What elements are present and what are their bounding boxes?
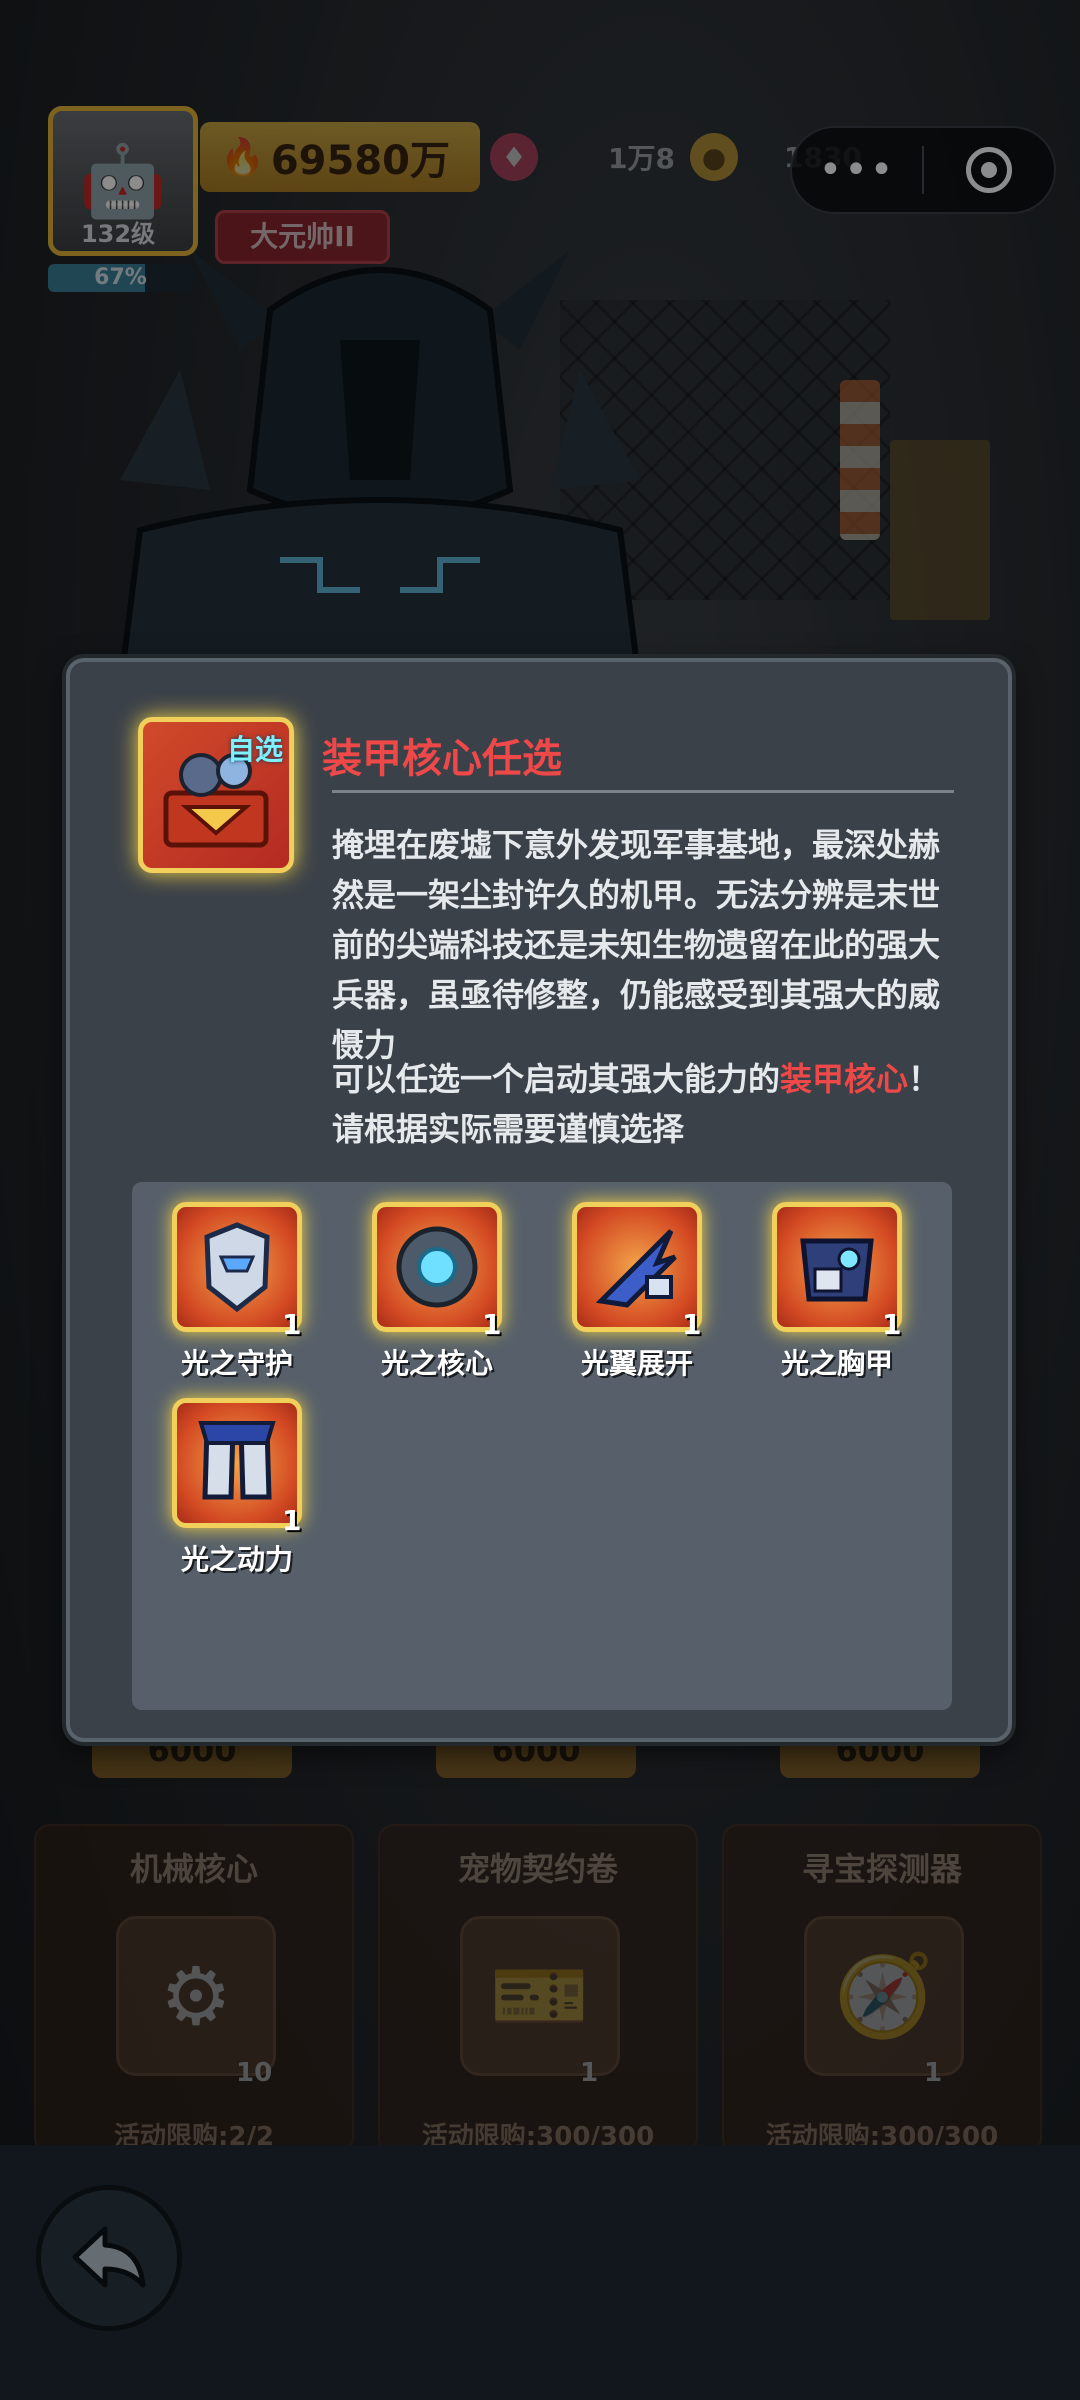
light-wing-icon bbox=[595, 1229, 677, 1308]
reward-item[interactable]: 1 光之核心 bbox=[332, 1182, 532, 1382]
reward-item-name: 光翼展开 bbox=[580, 1347, 693, 1380]
note-highlight: 装甲核心 bbox=[780, 1060, 909, 1098]
dialog-note: 可以任选一个启动其强大能力的装甲核心！请根据实际需要谨慎选择 bbox=[332, 1054, 942, 1154]
armor-core-select-dialog: 自选 装甲核心任选 掩埋在废墟下意外发现军事基地，最深处赫然是一架尘封许久的机甲… bbox=[66, 658, 1012, 1742]
reward-item-name: 光之核心 bbox=[380, 1347, 493, 1380]
dialog-title: 装甲核心任选 bbox=[322, 736, 562, 782]
note-prefix: 可以任选一个启动其强大能力的 bbox=[332, 1060, 781, 1098]
reward-item-qty: 1 bbox=[282, 1308, 302, 1341]
reward-item-qty: 1 bbox=[282, 1504, 302, 1537]
reward-item[interactable]: 1 光之守护 bbox=[132, 1182, 332, 1382]
title-divider bbox=[332, 790, 954, 793]
mech-helmet-icon bbox=[204, 1222, 270, 1313]
reward-item-name: 光之守护 bbox=[180, 1347, 293, 1380]
reward-item-qty: 1 bbox=[682, 1308, 702, 1341]
reward-item-qty: 1 bbox=[882, 1308, 902, 1341]
chest-armor-icon bbox=[800, 1238, 874, 1302]
reward-item[interactable]: 1 光翼展开 bbox=[532, 1182, 732, 1382]
reward-item-name: 光之动力 bbox=[180, 1543, 293, 1576]
armor-core-chest: 自选 bbox=[138, 717, 294, 873]
reward-item-name: 光之胸甲 bbox=[780, 1347, 893, 1380]
reward-item[interactable]: 1 光之胸甲 bbox=[732, 1182, 932, 1382]
self-select-tag: 自选 bbox=[226, 733, 283, 766]
power-legs-icon bbox=[198, 1421, 276, 1500]
energy-core-icon bbox=[396, 1226, 478, 1308]
reward-item-qty: 1 bbox=[482, 1308, 502, 1341]
reward-item[interactable]: 1 光之动力 bbox=[132, 1378, 332, 1578]
dialog-description: 掩埋在废墟下意外发现军事基地，最深处赫然是一架尘封许久的机甲。无法分辨是末世前的… bbox=[332, 826, 941, 1064]
reward-item-panel: 1 光之守护 1 光之核心 1 光翼展开 1 光之胸甲 1 光之动力 bbox=[132, 1182, 952, 1710]
